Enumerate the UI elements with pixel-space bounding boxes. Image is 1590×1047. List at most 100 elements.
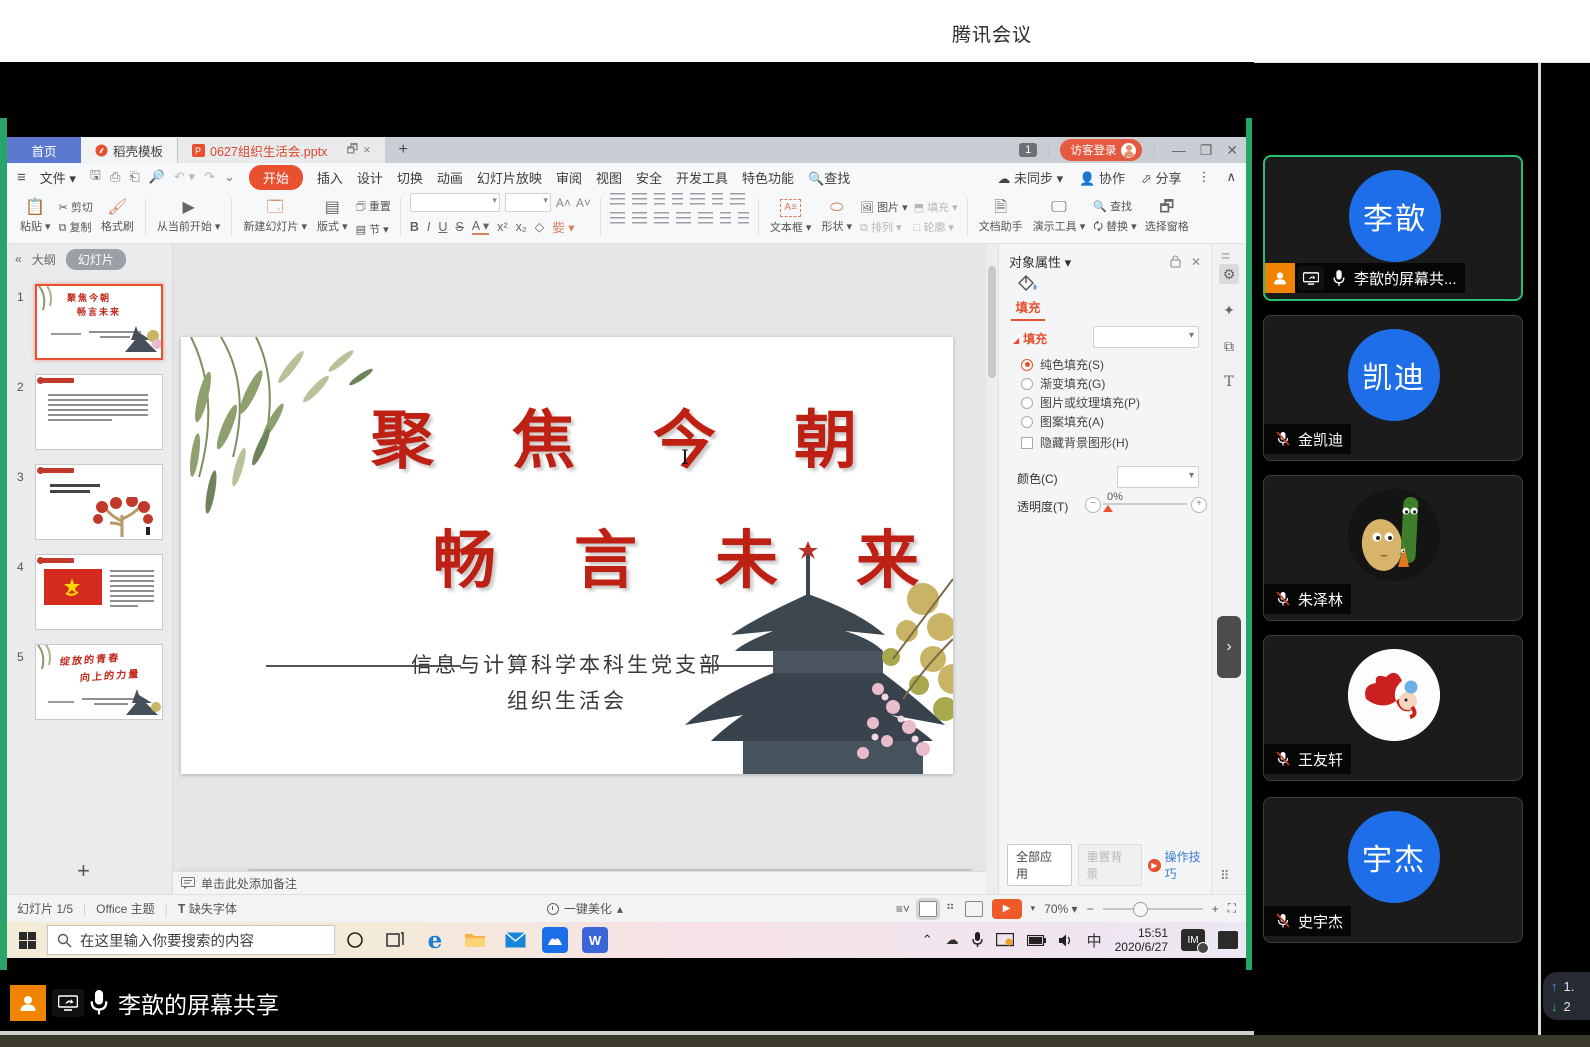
mail-icon[interactable] — [495, 922, 535, 958]
italic-button[interactable]: I — [427, 220, 430, 234]
text-rail-icon[interactable]: T — [1219, 372, 1239, 392]
menu-security[interactable]: 安全 — [636, 168, 662, 187]
close-panel-icon[interactable]: ✕ — [1191, 255, 1201, 269]
effects-rail-icon[interactable]: ✦ — [1219, 300, 1239, 320]
menu-find[interactable]: 🔍查找 — [808, 168, 850, 187]
more-icon[interactable]: ⌄ — [224, 169, 235, 185]
font-color-button[interactable]: A ▾ — [472, 218, 489, 235]
bullets-icon[interactable] — [610, 193, 625, 205]
vertical-scrollbar[interactable] — [986, 244, 998, 894]
replace-button[interactable]: 🗘 替换 ▾ — [1093, 218, 1136, 237]
start-button[interactable] — [7, 922, 47, 958]
slides-tab[interactable]: 幻灯片 — [66, 249, 126, 270]
collapse-panel-icon[interactable]: « — [15, 252, 22, 266]
print-icon[interactable]: ⎙ — [110, 169, 120, 185]
tips-link[interactable]: ▶操作技巧 — [1148, 848, 1211, 882]
tray-microphone-icon[interactable] — [972, 932, 983, 948]
normal-view-button[interactable] — [919, 901, 937, 917]
present-tools-button[interactable]: 🖵演示工具 ▾ — [1031, 200, 1088, 234]
doc-assistant-button[interactable]: 🗎文档助手 — [977, 200, 1025, 234]
menu-design[interactable]: 设计 — [357, 168, 383, 187]
tab-pin-icon[interactable]: 🗗 — [346, 140, 358, 161]
zoom-slider[interactable] — [1103, 908, 1203, 910]
tab-home[interactable]: 首页 — [7, 137, 81, 163]
outline-button[interactable]: □ 轮廓 ▾ — [914, 219, 958, 235]
lock-icon[interactable] — [1170, 255, 1181, 268]
sync-status[interactable]: ☁ 未同步 ▾ — [997, 168, 1063, 187]
numbering-icon[interactable] — [632, 193, 647, 205]
tencent-meeting-icon[interactable] — [535, 922, 575, 958]
properties-rail-icon[interactable]: ⚙ — [1219, 264, 1239, 284]
props-title[interactable]: 对象属性 ▾ — [1009, 252, 1071, 271]
clear-format-icon[interactable]: ◇ — [535, 219, 545, 234]
align-left-icon[interactable] — [610, 212, 625, 224]
zoom-out-button[interactable]: − — [1087, 902, 1094, 916]
new-slide-button[interactable]: 🗔新建幻灯片 ▾ — [241, 200, 309, 234]
align-center-icon[interactable] — [632, 212, 647, 224]
textbox-button[interactable]: A≡文本框 ▾ — [768, 199, 814, 235]
volume-icon[interactable] — [1059, 934, 1074, 947]
line-spacing-icon[interactable] — [712, 193, 723, 205]
indent-increase-icon[interactable] — [672, 193, 683, 205]
participant-tile-4[interactable]: 王友轩 — [1263, 635, 1523, 781]
shape-button[interactable]: ⬭形状 ▾ — [819, 200, 854, 234]
selection-pane-button[interactable]: 🗗选择窗格 — [1143, 200, 1191, 234]
apply-all-button[interactable]: 全部应用 — [1007, 844, 1072, 886]
play-from-current-button[interactable]: ▶从当前开始 ▾ — [155, 200, 223, 234]
fill-style-dropdown[interactable] — [1093, 326, 1199, 348]
superscript-button[interactable]: x² — [497, 220, 507, 234]
share-button[interactable]: ⬀ 分享 — [1141, 168, 1182, 187]
cut-button[interactable]: ✂ 剪切 — [59, 199, 93, 215]
radio-gradient-fill[interactable]: 渐变填充(G) — [1021, 375, 1105, 392]
find-button[interactable]: 🔍 查找 — [1093, 198, 1136, 214]
participant-tile-3[interactable]: 朱泽林 — [1263, 475, 1523, 621]
layout-grid-icon[interactable]: ⠿ — [1220, 868, 1231, 884]
menu-view[interactable]: 视图 — [596, 168, 622, 187]
taskbar-search-input[interactable]: 在这里输入你要搜索的内容 — [47, 925, 335, 955]
transparency-minus[interactable]: − — [1085, 497, 1101, 513]
menu-transition[interactable]: 切换 — [397, 168, 423, 187]
participant-tile-2[interactable]: 凯迪 金凯迪 — [1263, 315, 1523, 461]
export-icon[interactable]: ⎗ — [129, 169, 139, 185]
transparency-slider-thumb[interactable] — [1103, 505, 1113, 512]
increase-font-icon[interactable]: A˄ — [556, 196, 571, 210]
justify-icon[interactable] — [676, 212, 691, 224]
paste-button[interactable]: 📋粘贴 ▾ — [18, 200, 53, 234]
tab-close-icon[interactable]: × — [363, 143, 370, 157]
picture-button[interactable]: 🖼 图片 ▾ — [860, 199, 908, 215]
onedrive-cloud-icon[interactable]: ☁ — [946, 932, 959, 948]
arrange-button[interactable]: ⧉ 排列 ▾ — [860, 219, 908, 235]
add-slide-button[interactable]: + — [77, 858, 90, 884]
reading-view-button[interactable] — [965, 901, 983, 917]
zoom-slider-thumb[interactable] — [1133, 902, 1148, 917]
numbered-list-icon[interactable] — [720, 212, 731, 224]
section-button[interactable]: ▤ 节 ▾ — [356, 221, 391, 237]
indent-decrease-icon[interactable] — [654, 193, 665, 205]
edge-icon[interactable]: e — [415, 922, 455, 958]
tab-templates[interactable]: 稻壳模板 — [81, 137, 178, 163]
expand-panel-chevron[interactable]: › — [1217, 616, 1241, 678]
outline-tab[interactable]: 大纲 — [32, 251, 56, 268]
notes-bar[interactable]: 单击此处添加备注 — [173, 871, 986, 894]
close-button[interactable]: ✕ — [1226, 142, 1238, 159]
menu-animation[interactable]: 动画 — [437, 168, 463, 187]
color-dropdown[interactable] — [1117, 466, 1199, 488]
wps-icon[interactable]: W — [575, 922, 615, 958]
font-name-select[interactable] — [410, 193, 500, 212]
more-menu-icon[interactable]: ⋮ — [1197, 169, 1210, 185]
new-tab-button[interactable]: + — [385, 137, 422, 163]
menu-file[interactable]: 文件 ▾ — [40, 168, 76, 187]
transparency-plus[interactable]: + — [1191, 497, 1207, 513]
menu-insert[interactable]: 插入 — [317, 168, 343, 187]
menu-features[interactable]: 特色功能 — [742, 168, 794, 187]
theme-name[interactable]: Office 主题 — [96, 900, 154, 917]
reset-background-button[interactable]: 重置背景 — [1078, 844, 1143, 886]
layout-button[interactable]: ▤版式 ▾ — [315, 200, 350, 234]
tray-chevron-icon[interactable]: ⌃ — [922, 932, 933, 948]
text-direction-icon[interactable] — [690, 193, 705, 205]
ime-indicator[interactable]: 中 — [1087, 930, 1102, 951]
restore-button[interactable]: ❐ — [1200, 142, 1213, 159]
screen-record-icon[interactable] — [996, 933, 1014, 947]
decrease-font-icon[interactable]: A˅ — [576, 196, 591, 210]
fit-to-window-icon[interactable]: ⛶ — [1228, 901, 1236, 916]
